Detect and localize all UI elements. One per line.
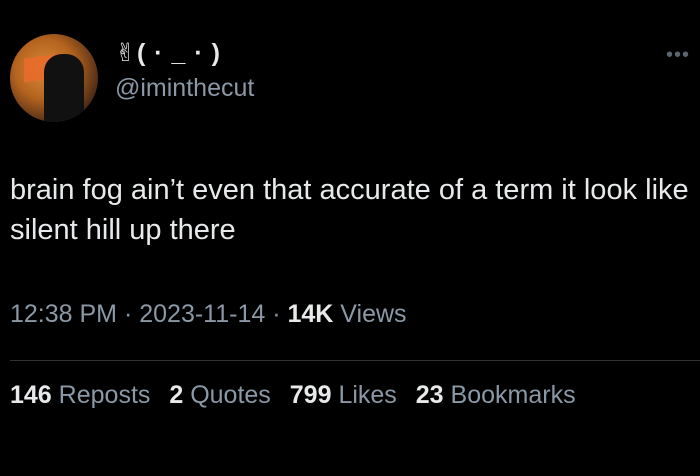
meta-separator: · [117,300,140,328]
display-name[interactable]: ✌( · _ · ) [115,38,254,68]
reposts-count: 146 [10,381,52,409]
tweet-header: ✌( · _ · ) @iminthecut ••• [10,30,690,122]
quotes-stat[interactable]: 2 Quotes [169,381,270,410]
meta-separator: · [265,300,288,328]
tweet-text: brain fog ain’t even that accurate of a … [10,174,689,246]
tweet-meta: 12:38 PM · 2023-11-14 · 14K Views [10,300,407,329]
bookmarks-count: 23 [415,381,444,409]
avatar-figure-shape [44,54,84,122]
avatar[interactable] [10,34,98,122]
tweet-date[interactable]: 2023-11-14 [139,300,265,328]
tweet: ✌( · _ · ) @iminthecut ••• brain fog ain… [0,0,700,476]
reposts-stat[interactable]: 146 Reposts [10,381,150,410]
engagement-stats: 146 Reposts 2 Quotes 799 Likes 23 Bookma… [10,381,588,410]
tweet-time[interactable]: 12:38 PM [10,300,117,328]
user-names: ✌( · _ · ) @iminthecut [115,38,254,104]
divider [10,360,700,361]
views-label[interactable]: Views [333,300,406,328]
likes-stat[interactable]: 799 Likes [290,381,397,410]
user-handle[interactable]: @iminthecut [115,72,254,104]
bookmarks-stat[interactable]: 23 Bookmarks [416,381,576,410]
likes-label: Likes [338,381,397,409]
ellipsis-icon[interactable]: ••• [666,44,690,67]
likes-count: 799 [289,381,332,409]
quotes-label: Quotes [190,381,271,409]
reposts-label: Reposts [58,381,151,409]
views-count[interactable]: 14K [287,300,333,328]
bookmarks-label: Bookmarks [450,381,576,409]
quotes-count: 2 [169,381,184,409]
